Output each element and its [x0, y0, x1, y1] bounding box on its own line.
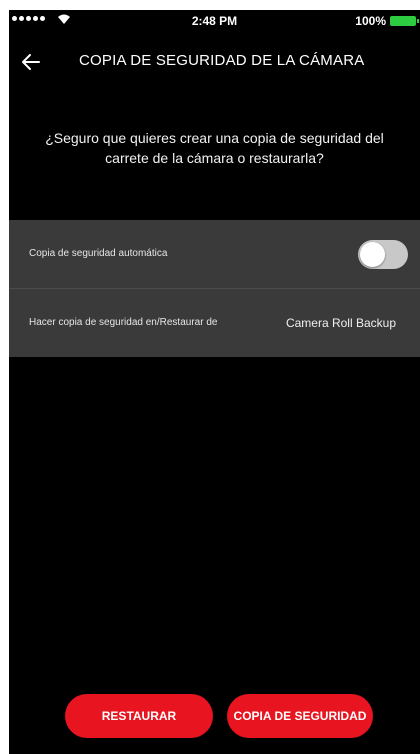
confirmation-question: ¿Seguro que quieres crear una copia de s… [45, 130, 384, 166]
restore-button[interactable]: RESTAURAR [65, 694, 213, 738]
auto-backup-toggle[interactable] [358, 240, 408, 269]
settings-list: Copia de seguridad automática Hacer copi… [9, 220, 420, 357]
status-bar: 2:48 PM 100% [9, 10, 420, 32]
auto-backup-row: Copia de seguridad automática [9, 220, 420, 289]
backup-location-label: Hacer copia de seguridad en/Restaurar de [29, 317, 218, 328]
back-arrow-icon [22, 54, 40, 70]
backup-button[interactable]: COPIA DE SEGURIDAD [227, 694, 373, 738]
nav-bar: COPIA DE SEGURIDAD DE LA CÁMARA [9, 40, 420, 84]
back-button[interactable] [19, 50, 43, 74]
backup-location-value[interactable]: Camera Roll Backup [286, 289, 396, 357]
auto-backup-label: Copia de seguridad automática [29, 248, 168, 259]
battery-icon [390, 16, 419, 26]
battery-percentage: 100% [355, 14, 386, 28]
page-title: COPIA DE SEGURIDAD DE LA CÁMARA [79, 52, 365, 69]
backup-location-row[interactable]: Hacer copia de seguridad en/Restaurar de… [9, 289, 420, 357]
app-screen: 2:48 PM 100% COPIA DE SEGURIDAD DE LA CÁ… [9, 10, 420, 754]
toggle-knob [360, 242, 385, 267]
